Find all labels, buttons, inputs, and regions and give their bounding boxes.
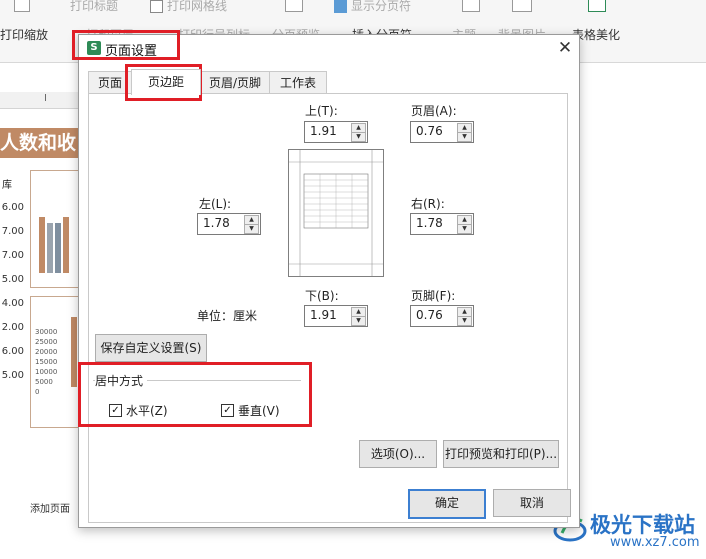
side-value: 2.00 bbox=[1, 322, 24, 333]
tab-margins[interactable]: 页边距 bbox=[131, 69, 201, 95]
left-margin-spinner[interactable]: 1.78 ▲ ▼ bbox=[197, 213, 261, 235]
left-margin-label: 左(L): bbox=[199, 197, 232, 211]
ok-button[interactable]: 确定 bbox=[408, 489, 486, 519]
table-beautify-icon[interactable] bbox=[588, 0, 606, 12]
background-image-icon[interactable] bbox=[512, 0, 532, 12]
chart-bar bbox=[71, 317, 77, 387]
left-margin-value[interactable]: 1.78 bbox=[203, 216, 230, 230]
side-value: 7.00 bbox=[1, 250, 24, 261]
spin-down-icon[interactable]: ▼ bbox=[457, 316, 472, 326]
bottom-margin-spinner[interactable]: 1.91 ▲ ▼ bbox=[304, 305, 368, 327]
close-icon[interactable]: ✕ bbox=[555, 37, 575, 59]
row-header-label: 库 bbox=[2, 180, 12, 191]
print-preview-button[interactable]: 打印预览和打印(P)... bbox=[443, 440, 559, 468]
footer-margin-value[interactable]: 0.76 bbox=[416, 308, 443, 322]
page-preview bbox=[288, 149, 384, 277]
side-value: 4.00 bbox=[1, 298, 24, 309]
side-value: 6.00 bbox=[1, 202, 24, 213]
chart-card-1 bbox=[30, 170, 82, 288]
chart-bar bbox=[47, 223, 53, 273]
chart2-tick: 0 bbox=[35, 388, 40, 396]
page-break-label: 显示分页符 bbox=[351, 0, 412, 13]
gridlines-checkbox[interactable] bbox=[150, 0, 163, 13]
sheet-title-cell: 人数和收 bbox=[0, 128, 78, 158]
right-margin-spinner[interactable]: 1.78 ▲ ▼ bbox=[410, 213, 474, 235]
unit-label: 单位：厘米 bbox=[197, 309, 258, 323]
right-margin-value[interactable]: 1.78 bbox=[416, 216, 443, 230]
watermark-url: www.xz7.com bbox=[610, 535, 700, 550]
save-custom-settings-button[interactable]: 保存自定义设置(S) bbox=[95, 334, 207, 362]
side-value: 6.00 bbox=[1, 346, 24, 357]
side-values: 6.00 7.00 7.00 5.00 4.00 2.00 6.00 5.00 bbox=[0, 190, 26, 440]
chart2-tick: 30000 bbox=[35, 328, 58, 336]
header-margin-value[interactable]: 0.76 bbox=[416, 124, 443, 138]
chart-bar bbox=[63, 217, 69, 273]
tab-header-footer[interactable]: 页眉/页脚 bbox=[200, 71, 270, 94]
ribbon-item-print-gridlines[interactable]: 打印网格线 bbox=[150, 0, 227, 14]
ribbon-item-print-scale[interactable]: 打印缩放 bbox=[0, 26, 48, 43]
column-marker: I bbox=[44, 93, 47, 104]
ribbon-item-show-page-break[interactable]: 显示分页符 bbox=[334, 0, 411, 14]
bottom-margin-label: 下(B): bbox=[305, 289, 339, 303]
chart2-tick: 5000 bbox=[35, 378, 53, 386]
page-break-preview-icon[interactable] bbox=[285, 0, 303, 12]
gridlines-label: 打印网格线 bbox=[167, 0, 228, 13]
chart2-tick: 15000 bbox=[35, 358, 58, 366]
options-button[interactable]: 选项(O)... bbox=[359, 440, 437, 468]
add-page-link[interactable]: 添加页面 bbox=[30, 500, 70, 515]
spin-down-icon[interactable]: ▼ bbox=[351, 132, 366, 142]
top-margin-spinner[interactable]: 1.91 ▲ ▼ bbox=[304, 121, 368, 143]
top-margin-value[interactable]: 1.91 bbox=[310, 124, 337, 138]
column-header: I bbox=[0, 92, 80, 109]
chart2-ticks: 30000 25000 20000 15000 10000 5000 0 bbox=[35, 327, 57, 397]
chart2-tick: 25000 bbox=[35, 338, 58, 346]
chart-bar bbox=[55, 223, 61, 273]
highlight-title bbox=[72, 30, 180, 60]
chart-bar bbox=[39, 217, 45, 273]
spin-down-icon[interactable]: ▼ bbox=[244, 224, 259, 234]
ribbon-item-print-title[interactable]: 打印标题 bbox=[70, 0, 118, 14]
cancel-button[interactable]: 取消 bbox=[493, 489, 571, 517]
spin-down-icon[interactable]: ▼ bbox=[457, 132, 472, 142]
chart2-tick: 10000 bbox=[35, 368, 58, 376]
spin-down-icon[interactable]: ▼ bbox=[351, 316, 366, 326]
chart2-tick: 20000 bbox=[35, 348, 58, 356]
top-margin-label: 上(T): bbox=[305, 104, 338, 118]
side-value: 5.00 bbox=[1, 274, 24, 285]
tab-worksheet[interactable]: 工作表 bbox=[269, 71, 327, 94]
chart-card-2: 30000 25000 20000 15000 10000 5000 0 bbox=[30, 296, 82, 428]
spin-down-icon[interactable]: ▼ bbox=[457, 224, 472, 234]
side-value: 5.00 bbox=[1, 370, 24, 381]
right-margin-label: 右(R): bbox=[411, 197, 445, 211]
highlight-center-options bbox=[78, 362, 312, 427]
side-value: 7.00 bbox=[1, 226, 24, 237]
bottom-margin-value[interactable]: 1.91 bbox=[310, 308, 337, 322]
footer-margin-spinner[interactable]: 0.76 ▲ ▼ bbox=[410, 305, 474, 327]
page-break-checkbox[interactable] bbox=[334, 0, 347, 13]
header-margin-label: 页眉(A): bbox=[411, 104, 457, 118]
page-setup-dialog: S 页面设置 ✕ 页面 页边距 页眉/页脚 工作表 上(T): 1.91 ▲ ▼… bbox=[78, 34, 580, 528]
footer-margin-label: 页脚(F): bbox=[411, 289, 456, 303]
header-margin-spinner[interactable]: 0.76 ▲ ▼ bbox=[410, 121, 474, 143]
page-preview-graphic bbox=[289, 150, 383, 276]
theme-icon[interactable] bbox=[462, 0, 480, 12]
print-title-icon[interactable] bbox=[14, 0, 30, 12]
